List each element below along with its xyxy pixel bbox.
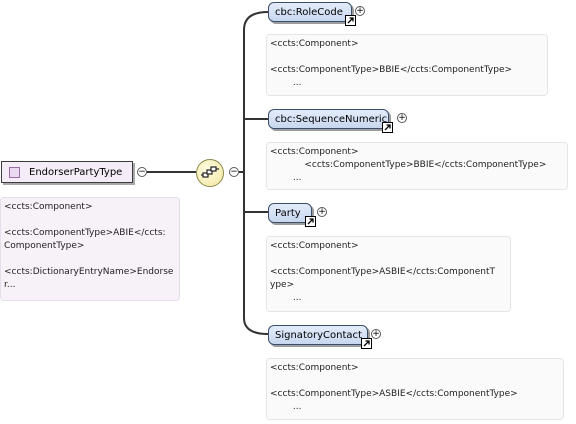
child-label: SignatoryContact <box>275 329 362 341</box>
child-element-signatorycontact[interactable]: SignatoryContact <box>268 325 372 349</box>
reference-arrow-icon <box>382 122 393 133</box>
child-element-party[interactable]: Party <box>268 203 316 227</box>
child-label: Party <box>275 207 301 219</box>
child-element-sequencenumeric[interactable]: cbc:SequenceNumeric <box>268 109 393 133</box>
expand-sequencenumeric-icon[interactable]: + <box>397 113 407 123</box>
rolecode-annotation: <ccts:Component> <ccts:ComponentType>BBI… <box>266 34 548 96</box>
root-element-box[interactable]: EndorserPartyType <box>1 161 133 183</box>
party-annotation: <ccts:Component> <ccts:ComponentType>ASB… <box>266 236 511 312</box>
reference-arrow-icon <box>361 338 372 349</box>
root-element-label: EndorserPartyType <box>29 166 123 178</box>
child-label: cbc:RoleCode <box>275 6 343 18</box>
spine-line <box>243 11 269 335</box>
expand-signatorycontact-icon[interactable]: + <box>371 329 381 339</box>
child-label: cbc:SequenceNumeric <box>275 113 388 125</box>
reference-arrow-icon <box>345 15 356 26</box>
complex-type-icon <box>9 166 20 178</box>
root-annotation: <ccts:Component> <ccts:ComponentType>ABI… <box>0 197 180 301</box>
expand-party-icon[interactable]: + <box>317 207 327 217</box>
sequence-compositor[interactable] <box>196 159 224 187</box>
collapse-root-icon[interactable]: − <box>137 167 147 177</box>
collapse-sequence-icon[interactable]: − <box>229 167 239 177</box>
child-element-rolecode[interactable]: cbc:RoleCode <box>268 2 356 26</box>
reference-arrow-icon <box>305 216 316 227</box>
sequencenumeric-annotation: <ccts:Component> <ccts:ComponentType>BBI… <box>266 142 568 190</box>
signatorycontact-annotation: <ccts:Component> <ccts:ComponentType>ASB… <box>266 358 564 420</box>
sequence-compositor-icon <box>201 166 219 178</box>
expand-rolecode-icon[interactable]: + <box>355 6 365 16</box>
